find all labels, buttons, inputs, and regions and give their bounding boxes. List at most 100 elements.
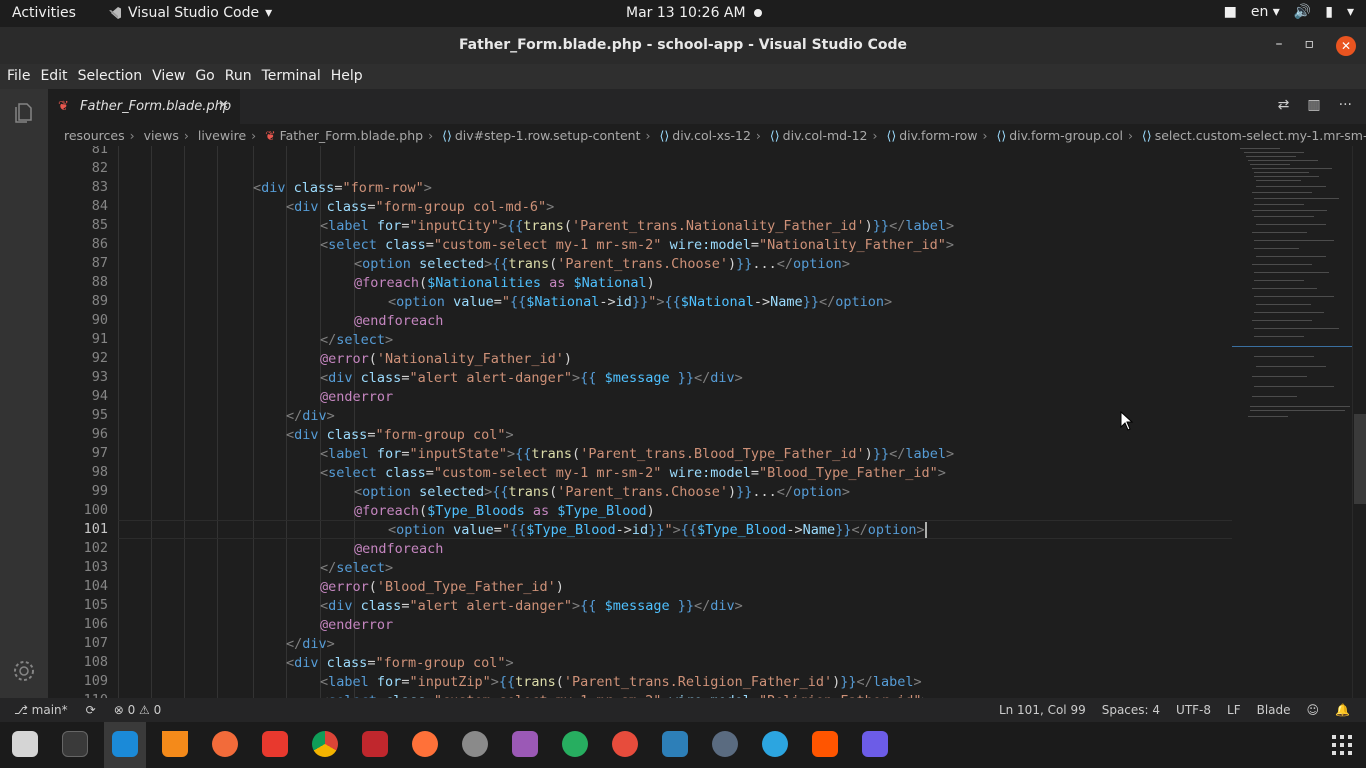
app-name: Visual Studio Code xyxy=(128,5,260,21)
tab-label: Father_Form.blade.php xyxy=(80,99,232,114)
eol[interactable]: LF xyxy=(1227,703,1241,717)
language-mode[interactable]: Blade xyxy=(1257,703,1291,717)
menu-selection[interactable]: Selection xyxy=(78,64,149,89)
chevron-down-icon[interactable]: ▾ xyxy=(1347,4,1354,20)
files-icon[interactable] xyxy=(12,731,38,757)
line-number: 108 xyxy=(83,654,108,670)
minimap-preview xyxy=(1232,148,1352,417)
menu-run[interactable]: Run xyxy=(225,64,258,89)
menu-go[interactable]: Go xyxy=(195,64,220,89)
menu-file[interactable]: File xyxy=(7,64,36,89)
line-number: 88 xyxy=(91,274,108,290)
vertical-scrollbar[interactable] xyxy=(1352,146,1366,698)
settings-icon[interactable] xyxy=(462,731,488,757)
code-area[interactable]: <div class="form-row"> <div class="form-… xyxy=(118,146,1232,698)
media-icon[interactable] xyxy=(862,731,888,757)
system-tray[interactable]: ■ en ▾ 🔊 ▮ ▾ xyxy=(1224,4,1354,20)
breadcrumb-item[interactable]: div#step-1.row.setup-content xyxy=(455,128,641,143)
close-button[interactable]: ✕ xyxy=(1336,36,1356,56)
split-editor-icon[interactable]: ▥ xyxy=(1307,97,1320,113)
screenshot-icon[interactable] xyxy=(612,731,638,757)
battery-icon[interactable]: ▮ xyxy=(1325,4,1333,20)
vscode-icon[interactable] xyxy=(112,731,138,757)
clock[interactable]: Mar 13 10:26 AM xyxy=(626,5,746,21)
breadcrumb-item[interactable]: div.form-group.col xyxy=(1009,128,1123,143)
window-title: Father_Form.blade.php - school-app - Vis… xyxy=(458,37,908,53)
code-line: </select> xyxy=(320,560,394,576)
feedback-icon[interactable]: ☺ xyxy=(1307,703,1320,717)
gear-icon[interactable] xyxy=(12,659,36,683)
line-number: 94 xyxy=(91,388,108,404)
app-menu[interactable]: Visual Studio Code ▾ xyxy=(108,5,272,21)
pgadmin-icon[interactable] xyxy=(712,731,738,757)
code-line: </div> xyxy=(286,408,335,424)
line-number: 99 xyxy=(91,483,108,499)
vscode-icon xyxy=(109,7,121,19)
show-apps-icon[interactable] xyxy=(1332,735,1352,755)
breadcrumb-item[interactable]: Father_Form.blade.php xyxy=(280,128,424,143)
code-line: <option value="{{$Type_Blood->id}}">{{$T… xyxy=(388,522,927,538)
code-line: <option selected>{{trans('Parent_trans.C… xyxy=(354,256,850,272)
git-icon[interactable] xyxy=(262,731,288,757)
branch-indicator[interactable]: ⎇ main* xyxy=(14,703,68,717)
jetbrains-icon[interactable] xyxy=(662,731,688,757)
close-icon[interactable]: ✕ xyxy=(218,98,229,113)
camera-icon[interactable]: ■ xyxy=(1224,4,1237,20)
postman-icon[interactable] xyxy=(212,731,238,757)
sync-icon[interactable]: ⟳ xyxy=(86,703,96,717)
volume-icon[interactable]: 🔊 xyxy=(1294,4,1311,20)
tab-father-form[interactable]: ❦ Father_Form.blade.php ✕ xyxy=(48,89,240,124)
telegram-icon[interactable] xyxy=(762,731,788,757)
laravel-icon: ❦ xyxy=(58,99,69,114)
language-indicator[interactable]: en ▾ xyxy=(1251,4,1280,20)
line-number: 86 xyxy=(91,236,108,252)
browser-icon[interactable] xyxy=(562,731,588,757)
code-editor[interactable]: 81 82 83 84 85 86 87 88 89 90 91 92 93 9… xyxy=(48,146,1232,698)
filezilla-icon[interactable] xyxy=(362,731,388,757)
more-actions-icon[interactable]: ··· xyxy=(1339,97,1352,113)
video-icon[interactable] xyxy=(512,731,538,757)
firefox-icon[interactable] xyxy=(412,731,438,757)
editor-actions: ⇄ ▥ ··· xyxy=(1278,97,1352,113)
menu-terminal[interactable]: Terminal xyxy=(262,64,327,89)
compare-changes-icon[interactable]: ⇄ xyxy=(1278,97,1290,113)
breadcrumb-item[interactable]: div.form-row xyxy=(899,128,977,143)
indentation[interactable]: Spaces: 4 xyxy=(1102,703,1160,717)
menu-help[interactable]: Help xyxy=(331,64,369,89)
breadcrumb-item[interactable]: div.col-md-12 xyxy=(783,128,868,143)
line-number: 91 xyxy=(91,331,108,347)
activities-button[interactable]: Activities xyxy=(12,5,76,21)
line-number: 107 xyxy=(83,635,108,651)
code-line: <option selected>{{trans('Parent_trans.C… xyxy=(354,484,850,500)
window-title-bar: Father_Form.blade.php - school-app - Vis… xyxy=(0,27,1366,64)
soundcloud-icon[interactable] xyxy=(812,731,838,757)
breadcrumb-item[interactable]: resources xyxy=(64,128,125,143)
explorer-icon[interactable] xyxy=(12,101,36,125)
minimap[interactable] xyxy=(1232,146,1352,698)
cursor-position[interactable]: Ln 101, Col 99 xyxy=(999,703,1086,717)
breadcrumb-item[interactable]: select.custom-select.my-1.mr-sm-2 xyxy=(1155,128,1366,143)
line-number: 87 xyxy=(91,255,108,271)
breadcrumb: resources › views › livewire › ❦ Father_For… xyxy=(48,124,1366,146)
breadcrumb-item[interactable]: livewire xyxy=(198,128,246,143)
breadcrumb-item[interactable]: div.col-xs-12 xyxy=(672,128,751,143)
mouse-pointer-icon xyxy=(1120,411,1134,431)
notification-bell-icon[interactable]: 🔔 xyxy=(1335,703,1350,717)
status-bar: ⎇ main* ⟳ ⊗ 0 ⚠ 0 Ln 101, Col 99 Spaces:… xyxy=(0,698,1366,722)
text-cursor xyxy=(924,522,927,538)
line-number: 96 xyxy=(91,426,108,442)
menu-edit[interactable]: Edit xyxy=(40,64,73,89)
maximize-button[interactable]: ▫ xyxy=(1305,36,1315,56)
menu-view[interactable]: View xyxy=(152,64,191,89)
chrome-icon[interactable] xyxy=(312,731,338,757)
terminal-icon[interactable] xyxy=(62,731,88,757)
problems-indicator[interactable]: ⊗ 0 ⚠ 0 xyxy=(114,703,162,717)
code-line: <div class="form-group col"> xyxy=(286,655,514,671)
encoding[interactable]: UTF-8 xyxy=(1176,703,1211,717)
scrollbar-thumb[interactable] xyxy=(1354,414,1366,504)
code-line: <label for="inputState">{{trans('Parent_… xyxy=(320,446,955,462)
gnome-top-bar: Activities Visual Studio Code ▾ Mar 13 1… xyxy=(0,0,1366,27)
vlc-icon[interactable] xyxy=(162,731,188,757)
breadcrumb-item[interactable]: views xyxy=(144,128,179,143)
minimize-button[interactable]: – xyxy=(1276,36,1283,56)
